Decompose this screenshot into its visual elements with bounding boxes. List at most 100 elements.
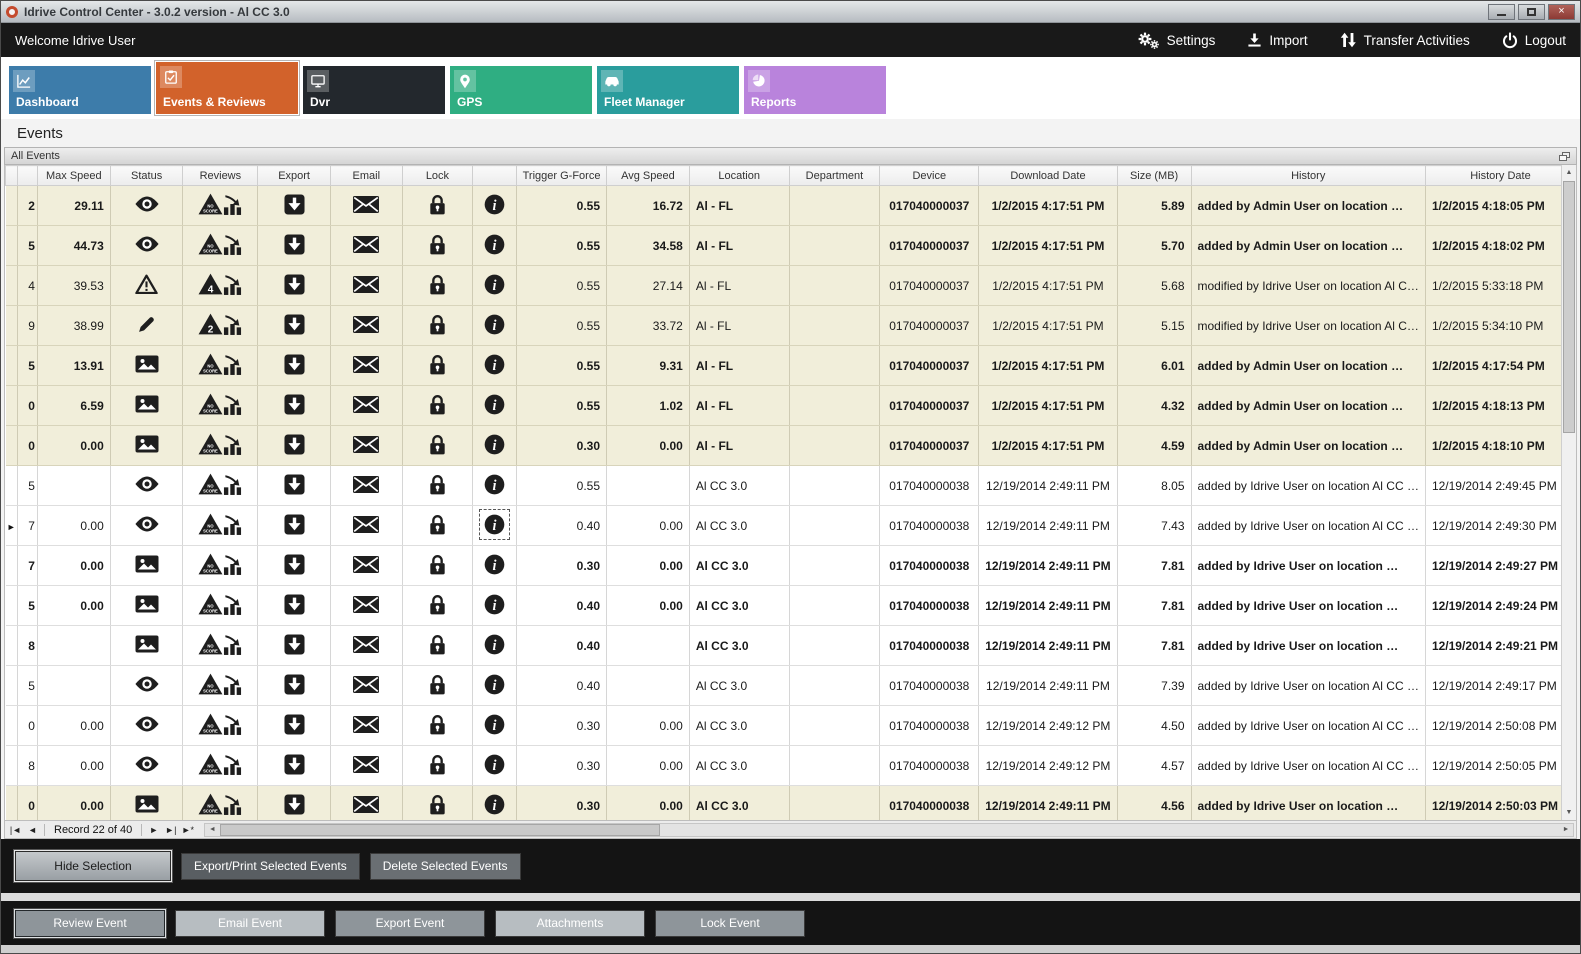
email-cell[interactable] (330, 586, 402, 626)
export-icon[interactable] (284, 234, 305, 255)
lock-cell[interactable] (402, 506, 473, 546)
info-icon[interactable]: i (484, 554, 505, 575)
reviews-cell[interactable]: NOSCORE (183, 386, 258, 426)
info-cell[interactable]: i (473, 786, 517, 822)
email-icon[interactable] (353, 356, 379, 373)
reviews-cell[interactable]: NOSCORE (183, 706, 258, 746)
export-cell[interactable] (258, 426, 331, 466)
column-header[interactable]: Email (330, 166, 402, 186)
review-score-icon[interactable]: NOSCORE (198, 673, 242, 695)
first-record-button[interactable]: |◄ (7, 825, 24, 835)
reviews-cell[interactable]: NOSCORE (183, 746, 258, 786)
export-icon[interactable] (284, 674, 305, 695)
horizontal-scrollbar[interactable]: ◄ ► (204, 823, 1574, 837)
vertical-scrollbar[interactable]: ▲ ▼ (1561, 165, 1576, 820)
export-icon[interactable] (284, 274, 305, 295)
email-icon[interactable] (353, 756, 379, 773)
email-cell[interactable] (330, 666, 402, 706)
export-cell[interactable] (258, 666, 331, 706)
info-icon[interactable]: i (484, 234, 505, 255)
email-cell[interactable] (330, 466, 402, 506)
event-row[interactable]: 544.73NOSCOREi0.5534.58Al - FL0170400000… (6, 226, 1576, 266)
info-icon[interactable]: i (484, 594, 505, 615)
reviews-cell[interactable]: NOSCORE (183, 466, 258, 506)
info-icon[interactable]: i (484, 754, 505, 775)
email-icon[interactable] (353, 396, 379, 413)
hide-selection-button[interactable]: Hide Selection (15, 851, 171, 881)
review-score-icon[interactable]: NOSCORE (198, 713, 242, 735)
lock-cell[interactable] (402, 346, 473, 386)
info-icon[interactable]: i (484, 634, 505, 655)
lock-cell[interactable] (402, 546, 473, 586)
event-row[interactable]: 5NOSCOREi0.40Al CC 3.001704000003812/19/… (6, 666, 1576, 706)
export-icon[interactable] (284, 794, 305, 815)
export-cell[interactable] (258, 466, 331, 506)
lock-cell[interactable] (402, 666, 473, 706)
next-record-button[interactable]: ► (145, 825, 162, 835)
reviews-cell[interactable]: 4 (183, 266, 258, 306)
info-icon[interactable]: i (484, 434, 505, 455)
minimize-button[interactable] (1488, 4, 1515, 20)
review-score-icon[interactable]: NOSCORE (198, 193, 242, 215)
review-score-icon[interactable]: NOSCORE (198, 393, 242, 415)
review-score-icon[interactable]: NOSCORE (198, 753, 242, 775)
review-score-icon[interactable]: NOSCORE (198, 353, 242, 375)
logout-button[interactable]: Logout (1502, 32, 1566, 49)
lock-icon[interactable] (429, 394, 446, 415)
lock-icon[interactable] (429, 594, 446, 615)
email-cell[interactable] (330, 306, 402, 346)
column-header[interactable]: Device (880, 166, 979, 186)
event-row[interactable]: 00.00NOSCOREi0.300.00Al CC 3.00170400000… (6, 706, 1576, 746)
vertical-scrollbar-thumb[interactable] (1563, 181, 1575, 433)
tab-gps[interactable]: GPS (450, 66, 592, 114)
column-header[interactable]: Size (MB) (1117, 166, 1191, 186)
export-icon[interactable] (284, 754, 305, 775)
review-score-icon[interactable]: 2 (198, 313, 242, 335)
review-event-button[interactable]: Review Event (15, 910, 165, 937)
column-header[interactable]: Download Date (979, 166, 1117, 186)
event-row[interactable]: 50.00NOSCOREi0.400.00Al CC 3.00170400000… (6, 586, 1576, 626)
email-icon[interactable] (353, 316, 379, 333)
column-header[interactable]: Lock (402, 166, 473, 186)
email-icon[interactable] (353, 476, 379, 493)
email-cell[interactable] (330, 626, 402, 666)
export-icon[interactable] (284, 434, 305, 455)
event-row[interactable]: 513.91NOSCOREi0.559.31Al - FL01704000003… (6, 346, 1576, 386)
lock-icon[interactable] (429, 754, 446, 775)
info-cell[interactable]: i (473, 666, 517, 706)
lock-icon[interactable] (429, 474, 446, 495)
email-cell[interactable] (330, 706, 402, 746)
scroll-right-icon[interactable]: ► (1559, 824, 1573, 836)
info-icon[interactable]: i (484, 354, 505, 375)
import-button[interactable]: Import (1247, 32, 1307, 48)
lock-icon[interactable] (429, 714, 446, 735)
reviews-cell[interactable]: NOSCORE (183, 786, 258, 822)
review-score-icon[interactable]: NOSCORE (198, 473, 242, 495)
email-icon[interactable] (353, 636, 379, 653)
email-icon[interactable] (353, 796, 379, 813)
tab-reports[interactable]: Reports (744, 66, 886, 114)
event-row[interactable]: 229.11NOSCOREi0.5516.72Al - FL0170400000… (6, 186, 1576, 226)
email-cell[interactable] (330, 346, 402, 386)
export-cell[interactable] (258, 786, 331, 822)
info-cell[interactable]: i (473, 506, 517, 546)
email-icon[interactable] (353, 516, 379, 533)
export-icon[interactable] (284, 714, 305, 735)
email-icon[interactable] (353, 436, 379, 453)
review-score-icon[interactable]: NOSCORE (198, 233, 242, 255)
export-icon[interactable] (284, 194, 305, 215)
info-icon[interactable]: i (484, 514, 505, 535)
email-icon[interactable] (353, 716, 379, 733)
review-score-icon[interactable]: NOSCORE (198, 593, 242, 615)
reviews-cell[interactable]: NOSCORE (183, 666, 258, 706)
export-icon[interactable] (284, 634, 305, 655)
reviews-cell[interactable]: NOSCORE (183, 586, 258, 626)
event-row[interactable]: 70.00NOSCOREi0.300.00Al CC 3.00170400000… (6, 546, 1576, 586)
email-cell[interactable] (330, 546, 402, 586)
info-cell[interactable]: i (473, 746, 517, 786)
lock-icon[interactable] (429, 434, 446, 455)
info-icon[interactable]: i (484, 394, 505, 415)
lock-event-button[interactable]: Lock Event (655, 910, 805, 937)
export-cell[interactable] (258, 626, 331, 666)
event-row[interactable]: 00.00NOSCOREi0.300.00Al - FL017040000037… (6, 426, 1576, 466)
